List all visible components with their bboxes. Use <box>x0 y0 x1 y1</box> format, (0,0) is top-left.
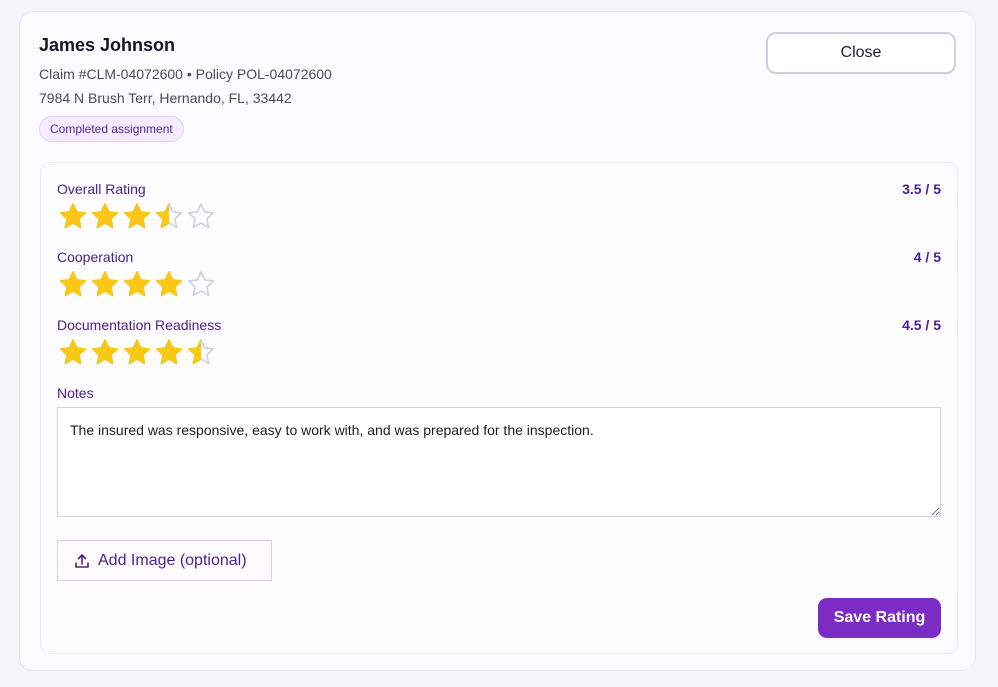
rating-score: 4.5 / 5 <box>902 317 941 333</box>
status-badge: Completed assignment <box>39 116 184 142</box>
save-rating-button[interactable]: Save Rating <box>818 598 941 638</box>
add-image-button[interactable]: Add Image (optional) <box>57 540 272 581</box>
rating-card: James Johnson Claim #CLM-04072600 • Poli… <box>19 11 976 671</box>
star-filled-icon[interactable] <box>121 201 153 231</box>
star-filled-icon[interactable] <box>89 201 121 231</box>
rating-row-overall: Overall Rating 3.5 / 5 <box>57 181 941 237</box>
rating-row-documentation: Documentation Readiness 4.5 / 5 <box>57 317 941 373</box>
rating-score: 4 / 5 <box>913 249 941 265</box>
rating-score: 3.5 / 5 <box>902 181 941 197</box>
star-rating <box>57 201 217 231</box>
star-filled-icon[interactable] <box>89 269 121 299</box>
star-filled-icon[interactable] <box>121 269 153 299</box>
notes-textarea[interactable]: The insured was responsive, easy to work… <box>57 407 941 517</box>
star-filled-icon[interactable] <box>153 269 185 299</box>
star-filled-icon[interactable] <box>121 337 153 367</box>
rating-panel: Overall Rating 3.5 / 5 Cooperation 4 / 5… <box>40 162 958 654</box>
rating-row-cooperation: Cooperation 4 / 5 <box>57 249 941 305</box>
notes-label: Notes <box>57 385 94 401</box>
star-empty-icon[interactable] <box>185 201 217 231</box>
claim-policy-line: Claim #CLM-04072600 • Policy POL-0407260… <box>39 66 332 82</box>
rating-label: Documentation Readiness <box>57 317 222 333</box>
rating-label: Cooperation <box>57 249 134 265</box>
star-empty-icon[interactable] <box>185 269 217 299</box>
star-rating <box>57 269 217 299</box>
star-filled-icon[interactable] <box>153 337 185 367</box>
rating-label: Overall Rating <box>57 181 146 197</box>
star-half-icon[interactable] <box>153 201 185 231</box>
close-button[interactable]: Close <box>766 32 956 74</box>
star-rating <box>57 337 217 367</box>
star-filled-icon[interactable] <box>57 269 89 299</box>
star-half-icon[interactable] <box>185 337 217 367</box>
star-filled-icon[interactable] <box>89 337 121 367</box>
insured-address: 7984 N Brush Terr, Hernando, FL, 33442 <box>39 90 292 106</box>
upload-icon <box>75 553 89 568</box>
star-filled-icon[interactable] <box>57 201 89 231</box>
add-image-label: Add Image (optional) <box>98 551 247 569</box>
insured-name: James Johnson <box>39 35 176 55</box>
star-filled-icon[interactable] <box>57 337 89 367</box>
